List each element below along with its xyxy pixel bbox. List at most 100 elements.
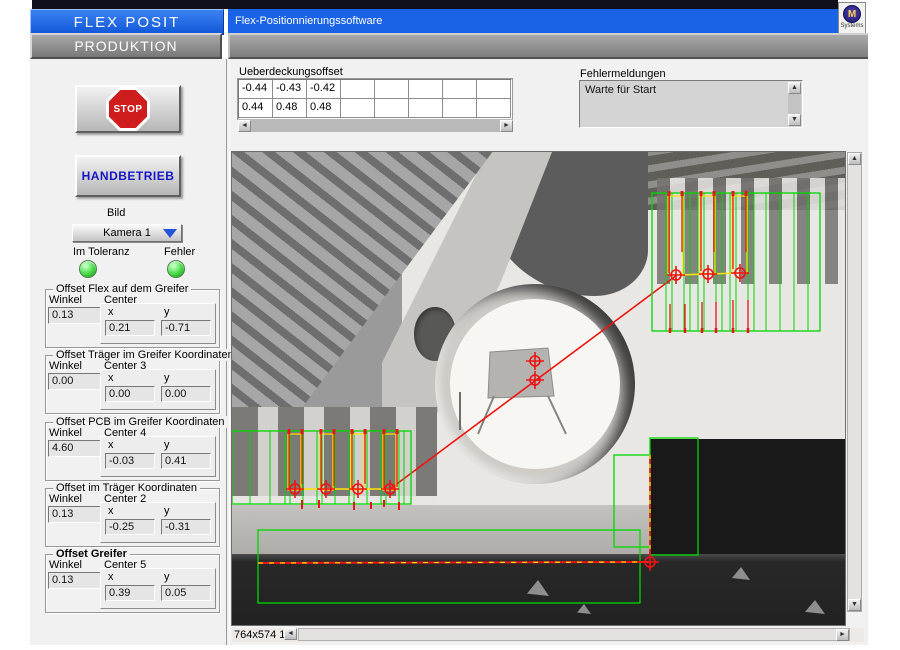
offset-group: Offset PCB im Greifer KoordinatenWinkel4… <box>45 422 220 481</box>
section-title-bar: PRODUKTION <box>30 33 222 59</box>
center-cluster: xy0.390.05 <box>100 568 216 609</box>
center-cluster: x y 0.21 -0.71 <box>100 303 216 344</box>
table-cell[interactable]: 0.44 <box>239 99 273 118</box>
center-cluster: x y -0.03 0.41 <box>100 436 216 477</box>
table-cell[interactable] <box>375 80 409 99</box>
center-cluster: x y 0.00 0.00 <box>100 369 216 410</box>
winkel-label: Winkel <box>49 493 82 505</box>
fehlermeldungen-scrollbar[interactable]: ▲ ▼ <box>788 82 801 126</box>
fehler-led <box>167 260 185 278</box>
y-label: y <box>164 306 170 318</box>
component-leg <box>478 396 494 434</box>
x-value: 0.21 <box>105 320 155 336</box>
y-label: y <box>164 505 170 517</box>
y-value: 0.05 <box>161 585 211 601</box>
image-horizontal-scrollbar[interactable]: ► <box>298 628 850 641</box>
im-toleranz-label: Im Toleranz <box>73 246 130 258</box>
x-label: x <box>108 505 114 517</box>
y-label: y <box>164 372 170 384</box>
y-value: -0.31 <box>161 519 211 535</box>
y-value: 0.00 <box>161 386 211 402</box>
winkel-label: Winkel <box>49 294 82 306</box>
scroll-left-icon[interactable]: ◄ <box>238 120 251 132</box>
scroll-up-icon[interactable]: ▲ <box>848 153 861 165</box>
section-title: PRODUKTION <box>74 38 177 54</box>
y-label: y <box>164 439 170 451</box>
stop-button[interactable]: STOP <box>75 85 181 133</box>
image-vertical-scrollbar[interactable]: ▲ ▼ <box>847 152 862 612</box>
winkel-label: Winkel <box>49 360 82 372</box>
x-label: x <box>108 439 114 451</box>
roi-rect <box>650 438 698 555</box>
x-label: x <box>108 571 114 583</box>
crosshair-marker <box>641 553 659 571</box>
table-cell[interactable] <box>375 99 409 118</box>
table-cell[interactable] <box>341 80 375 99</box>
app-window: FLEX POSIT Flex-Positionnierungssoftware… <box>0 0 900 650</box>
scroll-down-icon[interactable]: ▼ <box>848 599 861 611</box>
x-label: x <box>108 306 114 318</box>
table-cell[interactable] <box>341 99 375 118</box>
handbetrieb-button[interactable]: HANDBETRIEB <box>75 155 181 197</box>
software-title: Flex-Positionnierungssoftware <box>235 15 382 27</box>
company-logo: M Systems <box>838 2 866 36</box>
chevron-down-icon <box>163 229 177 238</box>
y-value: 0.41 <box>161 453 211 469</box>
crosshair-marker <box>731 264 749 282</box>
y-value: -0.71 <box>161 320 211 336</box>
x-value: -0.25 <box>105 519 155 535</box>
vision-overlay <box>232 152 845 625</box>
x-value: -0.03 <box>105 453 155 469</box>
ueberdeckung-table: -0.44-0.43-0.420.440.480.48 <box>238 79 512 119</box>
fehler-led-label: Fehler <box>164 246 195 258</box>
roi-rect <box>614 455 650 547</box>
table-cell[interactable]: 0.48 <box>273 99 307 118</box>
offset-group: Offset Flex auf dem GreiferWinkel0.13Cen… <box>45 289 220 348</box>
logo-caption: Systems <box>839 23 865 30</box>
crosshair-marker <box>699 265 717 283</box>
table-cell[interactable]: -0.44 <box>239 80 273 99</box>
kamera-dropdown[interactable]: Kamera 1 <box>72 224 182 242</box>
ueberdeckung-scrollbar[interactable]: ◄ ► <box>238 119 513 132</box>
table-cell[interactable] <box>409 80 443 99</box>
table-cell[interactable] <box>443 80 477 99</box>
winkel-label: Winkel <box>49 559 82 571</box>
header-strip <box>228 33 868 59</box>
table-cell[interactable] <box>443 99 477 118</box>
x-label: x <box>108 372 114 384</box>
measure-slot <box>732 196 747 273</box>
image-nav-icon[interactable]: ◄ <box>284 628 297 640</box>
measure-slot <box>700 196 715 274</box>
offset-group: Offset GreiferWinkel0.13Center 5xy0.390.… <box>45 554 220 613</box>
table-cell[interactable] <box>477 99 511 118</box>
table-cell[interactable]: -0.42 <box>307 80 341 99</box>
scroll-up-icon[interactable]: ▲ <box>788 82 801 94</box>
ueberdeckung-title: Ueberdeckungsoffset <box>239 66 343 78</box>
x-value: 0.00 <box>105 386 155 402</box>
scroll-right-icon[interactable]: ► <box>836 629 849 641</box>
center-cluster: x y -0.25 -0.31 <box>100 502 216 543</box>
scroll-down-icon[interactable]: ▼ <box>788 114 801 126</box>
camera-image <box>232 152 845 625</box>
fehlermeldungen-box[interactable]: Warte für Start ▲ ▼ <box>579 80 803 128</box>
software-title-bar: Flex-Positionnierungssoftware <box>228 9 838 33</box>
kamera-value: Kamera 1 <box>103 227 151 239</box>
red-diagonal-line <box>390 275 677 489</box>
table-cell[interactable] <box>409 99 443 118</box>
winkel-label: Winkel <box>49 427 82 439</box>
fehlermeldungen-title: Fehlermeldungen <box>580 68 666 80</box>
app-title-bar: FLEX POSIT <box>30 9 224 35</box>
measure-slot <box>668 196 683 275</box>
logo-m-icon: M <box>843 5 861 23</box>
x-value: 0.39 <box>105 585 155 601</box>
component-leg <box>548 396 566 434</box>
roi-rect-long <box>258 530 640 603</box>
offset-group: Offset Träger im Greifer KoordinatenWink… <box>45 355 220 414</box>
table-cell[interactable] <box>477 80 511 99</box>
im-toleranz-led <box>79 260 97 278</box>
handbetrieb-label: HANDBETRIEB <box>82 169 175 183</box>
scroll-right-icon[interactable]: ► <box>500 120 513 132</box>
stop-sign-icon: STOP <box>106 87 150 131</box>
table-cell[interactable]: 0.48 <box>307 99 341 118</box>
table-cell[interactable]: -0.43 <box>273 80 307 99</box>
